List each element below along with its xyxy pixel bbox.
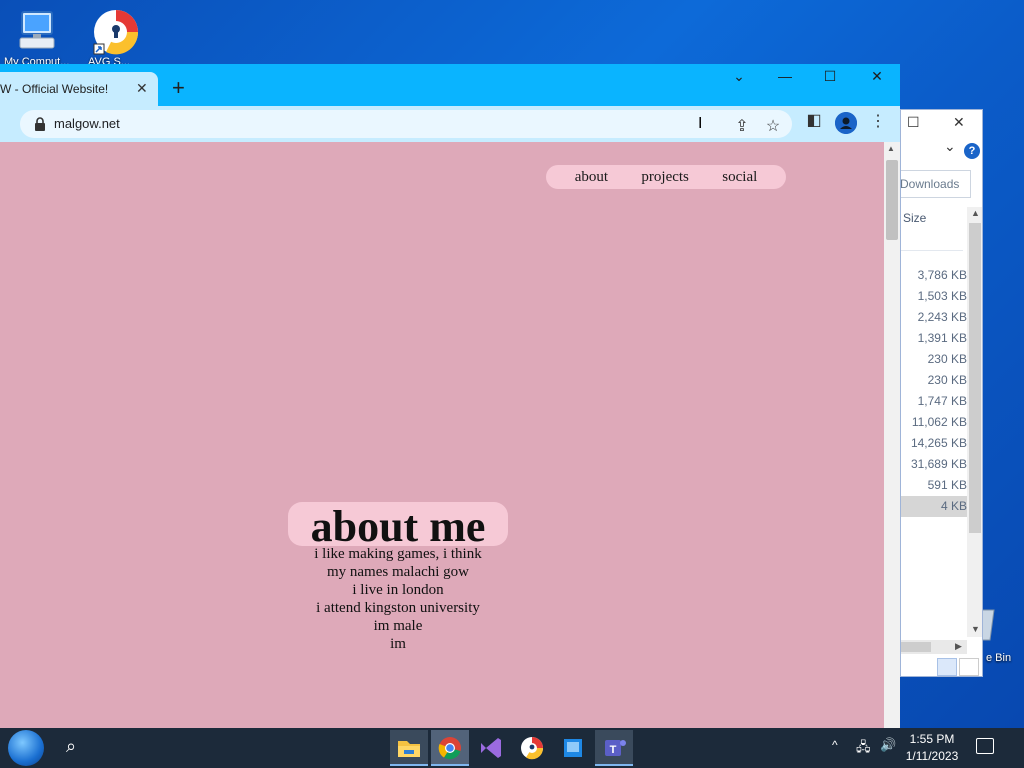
svg-text:T: T — [610, 744, 617, 756]
page-scroll-thumb[interactable] — [886, 160, 898, 240]
file-size-cell[interactable]: 31,689 KB — [901, 454, 967, 475]
large-icons-view-button[interactable] — [959, 658, 979, 676]
about-line: im male — [373, 618, 423, 634]
browser-tab[interactable]: W - Official Website! ✕ — [0, 72, 158, 106]
about-line: my names malachi gow — [326, 564, 470, 580]
web-page-viewport: about projects social about me i like ma… — [0, 142, 884, 728]
explorer-ribbon-chevron-icon[interactable]: ⌄ — [944, 138, 956, 155]
about-line: i like making games, i think — [314, 546, 482, 562]
tab-close-icon[interactable]: ✕ — [136, 80, 148, 97]
teams-taskbar-icon[interactable]: T — [595, 730, 633, 766]
page-scroll-up-icon[interactable]: ▲ — [887, 144, 895, 153]
file-size-cell[interactable]: 3,786 KB — [901, 265, 967, 286]
taskbar: ⌕ T ^ 🖧 🔊 1:55 PM 1/11/2023 — [0, 728, 1024, 768]
details-view-button[interactable] — [937, 658, 957, 676]
visual-studio-taskbar-icon[interactable] — [472, 730, 510, 766]
about-text: i like making games, i think my names ma… — [0, 545, 796, 653]
explorer-maximize-button[interactable]: ☐ — [907, 114, 920, 131]
file-size-cell[interactable]: 591 KB — [901, 475, 967, 496]
file-size-cell[interactable]: 11,062 KB — [901, 412, 967, 433]
file-size-cell[interactable]: 1,503 KB — [901, 286, 967, 307]
notification-center-icon[interactable] — [976, 738, 994, 754]
tray-chevron-icon[interactable]: ^ — [832, 738, 838, 752]
site-nav: about projects social — [546, 165, 786, 189]
explorer-horizontal-scroll-thumb[interactable] — [901, 642, 931, 652]
file-size-cell[interactable]: 1,391 KB — [901, 328, 967, 349]
profile-avatar-icon[interactable] — [835, 112, 857, 134]
help-icon[interactable]: ? — [964, 143, 980, 159]
chrome-title-bar[interactable]: W - Official Website! ✕ + ⌄ — ☐ ✕ — [0, 64, 900, 106]
size-column-header[interactable]: Size — [901, 211, 926, 225]
file-explorer-window[interactable]: ☐ ✕ ⌄ ? Downloads Size 3,786 KB 1,503 KB 2… — [900, 109, 983, 677]
avg-browser-taskbar-icon[interactable] — [513, 730, 551, 766]
network-icon[interactable]: 🖧 — [856, 738, 871, 760]
close-button[interactable]: ✕ — [862, 68, 892, 85]
file-explorer-taskbar-icon[interactable] — [390, 730, 428, 766]
side-panel-icon[interactable]: ◧ — [803, 110, 825, 132]
chrome-toolbar: ‹ malgow.net I ⇪ ☆ ◧ ⋮ — [0, 106, 900, 142]
clock-date[interactable]: 1/11/2023 — [900, 749, 964, 763]
size-column: 3,786 KB 1,503 KB 2,243 KB 1,391 KB 230 KB 23… — [901, 265, 967, 517]
file-size-cell[interactable]: 14,265 KB — [901, 433, 967, 454]
file-size-cell[interactable]: 4 KB — [901, 496, 967, 517]
nav-link-social[interactable]: social — [722, 169, 757, 186]
explorer-vertical-scroll-thumb[interactable] — [969, 223, 981, 533]
address-bar[interactable]: malgow.net I ⇪ ☆ — [20, 110, 792, 138]
scroll-down-arrow-icon[interactable]: ▼ — [971, 624, 980, 634]
explorer-search-box[interactable]: Downloads — [900, 170, 971, 198]
lock-icon[interactable] — [34, 117, 46, 131]
about-line: i attend kingston university — [316, 600, 480, 616]
volume-icon[interactable]: 🔊 — [880, 737, 896, 753]
avg-icon-label: AVG S... — [88, 56, 130, 64]
start-button-windows-icon[interactable] — [8, 730, 44, 766]
downloads-label: Downloads — [900, 177, 960, 191]
file-size-cell[interactable]: 1,747 KB — [901, 391, 967, 412]
file-size-cell[interactable]: 2,243 KB — [901, 307, 967, 328]
chrome-window[interactable]: W - Official Website! ✕ + ⌄ — ☐ ✕ ‹ malg… — [0, 64, 900, 728]
about-line: im — [390, 636, 406, 652]
my-computer-label: My Comput... — [4, 56, 70, 64]
nav-link-about[interactable]: about — [575, 169, 608, 186]
share-icon[interactable]: ⇪ — [731, 116, 753, 138]
search-icon[interactable]: ⌕ — [66, 736, 76, 757]
clock-time[interactable]: 1:55 PM — [900, 732, 964, 746]
recycle-bin-label: e Bin — [986, 652, 1012, 664]
bookmark-star-icon[interactable]: ☆ — [762, 116, 784, 138]
nav-link-projects[interactable]: projects — [641, 169, 688, 186]
new-tab-button[interactable]: + — [172, 77, 185, 99]
header-divider — [901, 250, 963, 251]
tab-title: W - Official Website! — [0, 82, 109, 96]
chrome-taskbar-icon[interactable] — [431, 730, 469, 766]
scroll-up-arrow-icon[interactable]: ▲ — [971, 208, 980, 218]
text-cursor-icon: I — [698, 115, 703, 132]
minimize-button[interactable]: — — [770, 68, 800, 84]
explorer-close-button[interactable]: ✕ — [953, 114, 965, 131]
maximize-button[interactable]: ☐ — [815, 68, 845, 85]
tab-search-chevron-icon[interactable]: ⌄ — [724, 68, 754, 85]
file-size-cell[interactable]: 230 KB — [901, 349, 967, 370]
more-menu-icon[interactable]: ⋮ — [870, 111, 886, 131]
url-text[interactable]: malgow.net — [54, 116, 120, 131]
about-line: i live in london — [352, 582, 444, 598]
scroll-right-arrow-icon[interactable]: ▶ — [955, 641, 962, 652]
file-size-cell[interactable]: 230 KB — [901, 370, 967, 391]
store-taskbar-icon[interactable] — [554, 730, 592, 766]
